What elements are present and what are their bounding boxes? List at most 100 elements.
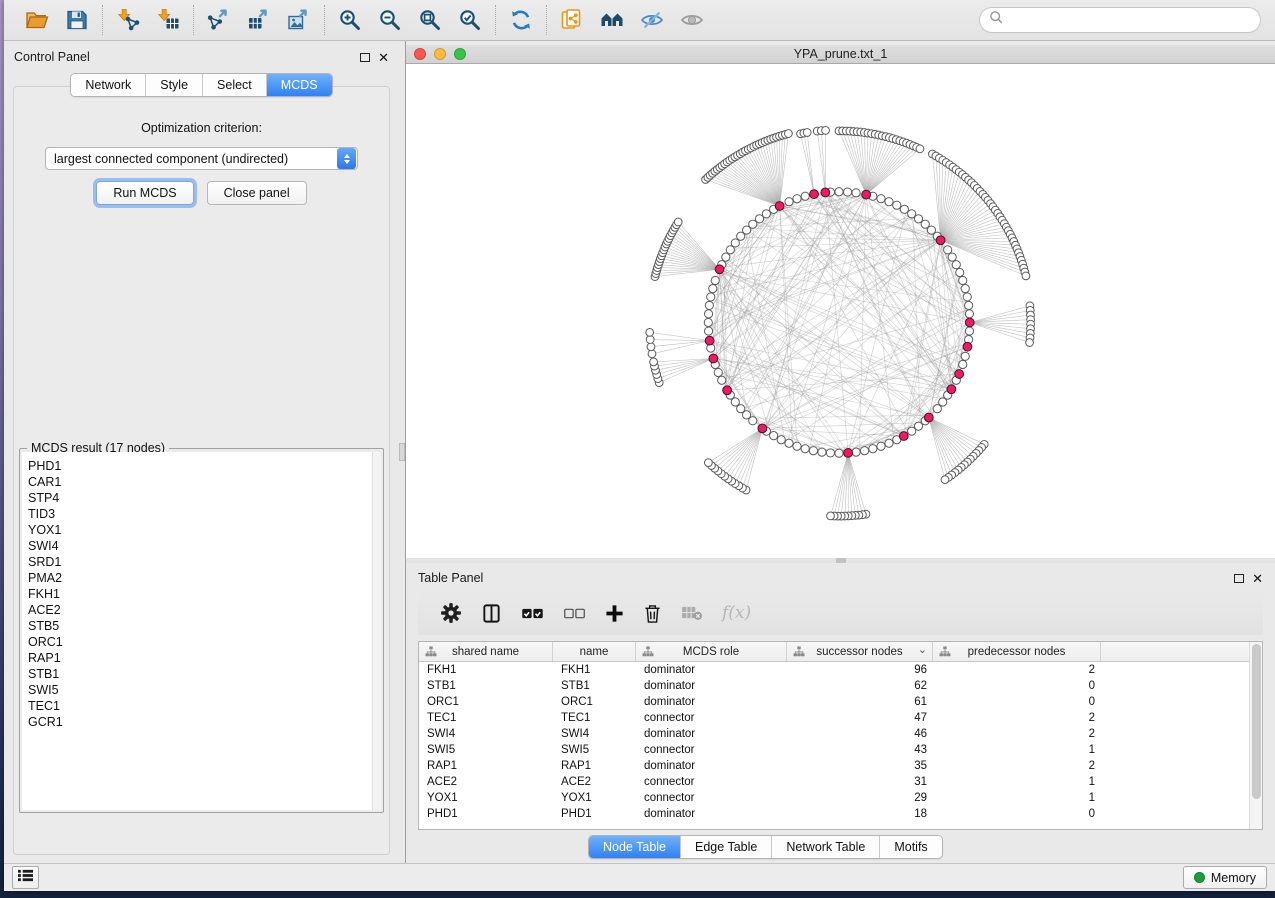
table-cell: STB1 <box>419 680 553 692</box>
tab-network[interactable]: Network <box>71 74 145 96</box>
column-label: name <box>580 646 609 658</box>
table-row[interactable]: SWI5SWI5connector431 <box>419 742 1262 758</box>
column-header-predecessor-nodes[interactable]: predecessor nodes <box>933 642 1101 661</box>
table-row[interactable]: STB1STB1dominator620 <box>419 678 1262 694</box>
mcds-node-item[interactable]: SWI5 <box>22 682 381 698</box>
import-network-icon[interactable] <box>115 7 141 33</box>
float-table-panel-icon[interactable] <box>1234 574 1244 583</box>
mcds-node-item[interactable]: TEC1 <box>22 698 381 714</box>
tab-node-table[interactable]: Node Table <box>589 836 680 858</box>
close-panel-button[interactable]: Close panel <box>207 181 307 205</box>
table-cell: 2 <box>933 712 1101 724</box>
table-scrollbar-thumb[interactable] <box>1252 644 1261 799</box>
mcds-node-item[interactable]: FKH1 <box>22 586 381 602</box>
tab-edge-table[interactable]: Edge Table <box>680 836 771 858</box>
zoom-out-icon[interactable] <box>377 7 403 33</box>
table-row[interactable]: TEC1TEC1connector472 <box>419 710 1262 726</box>
network-bottom-scrollbar[interactable] <box>406 558 1275 563</box>
mcds-node-item[interactable]: SRD1 <box>22 554 381 570</box>
mcds-result-group: MCDS result (17 nodes) PHD1CAR1STP4TID3Y… <box>19 448 384 813</box>
float-panel-icon[interactable] <box>360 53 370 62</box>
mcds-node-item[interactable]: ORC1 <box>22 634 381 650</box>
panel-splitter[interactable] <box>399 41 406 863</box>
search-icon <box>989 10 1004 30</box>
table-row[interactable]: PHD1PHD1dominator180 <box>419 806 1262 822</box>
network-hscroll-thumb[interactable] <box>836 558 846 563</box>
refresh-icon[interactable] <box>508 7 534 33</box>
export-table-icon[interactable] <box>246 7 272 33</box>
table-cell: connector <box>636 776 787 788</box>
zoom-selected-icon[interactable] <box>457 7 483 33</box>
table-row[interactable]: SWI4SWI4dominator462 <box>419 726 1262 742</box>
run-mcds-button[interactable]: Run MCDS <box>96 181 193 205</box>
mcds-node-item[interactable]: STB5 <box>22 618 381 634</box>
mcds-node-item[interactable]: PHD1 <box>22 458 381 474</box>
function-icon: f(x) <box>722 603 751 623</box>
network-graph[interactable] <box>406 64 1275 558</box>
eye-slash-icon[interactable] <box>639 7 665 33</box>
mcds-node-item[interactable]: STB1 <box>22 666 381 682</box>
tab-style[interactable]: Style <box>145 74 202 96</box>
mcds-node-item[interactable]: TID3 <box>22 506 381 522</box>
open-folder-icon[interactable] <box>24 7 50 33</box>
deselect-all-icon[interactable] <box>563 607 586 620</box>
table-cell: ACE2 <box>553 776 636 788</box>
task-history-button[interactable] <box>12 866 39 889</box>
column-header-name[interactable]: name <box>553 642 636 661</box>
trash-icon[interactable] <box>643 603 662 624</box>
tab-select[interactable]: Select <box>202 74 266 96</box>
mcds-node-item[interactable]: STP4 <box>22 490 381 506</box>
table-scrollbar[interactable] <box>1249 642 1262 829</box>
table-cell: TEC1 <box>553 712 636 724</box>
zoom-fit-icon[interactable] <box>417 7 443 33</box>
export-network-icon[interactable] <box>206 7 232 33</box>
export-image-icon[interactable] <box>286 7 312 33</box>
close-table-panel-icon[interactable]: ✕ <box>1252 572 1263 585</box>
tab-network-table[interactable]: Network Table <box>771 836 879 858</box>
table-cell: SWI5 <box>419 744 553 756</box>
columns-icon[interactable] <box>481 603 502 624</box>
mcds-node-item[interactable]: RAP1 <box>22 650 381 666</box>
mcds-node-item[interactable]: SWI4 <box>22 538 381 554</box>
node-table: shared name name MCDS rolesuccessor nodes⌄… <box>418 641 1263 830</box>
column-header-shared-name[interactable]: shared name <box>419 642 553 661</box>
houses-icon[interactable] <box>599 7 625 33</box>
mcds-node-item[interactable]: CAR1 <box>22 474 381 490</box>
splitter-handle[interactable] <box>399 443 405 461</box>
column-header-MCDS-role[interactable]: MCDS role <box>636 642 787 661</box>
search-box[interactable] <box>979 7 1261 33</box>
mcds-node-item[interactable]: GCR1 <box>22 714 381 730</box>
table-cell: 0 <box>933 696 1101 708</box>
optimization-criterion-dropdown[interactable]: largest connected component (undirected) <box>45 147 358 170</box>
mcds-result-list[interactable]: PHD1CAR1STP4TID3YOX1SWI4SRD1PMA2FKH1ACE2… <box>22 452 381 810</box>
tab-mcds[interactable]: MCDS <box>266 74 332 96</box>
memory-button[interactable]: Memory <box>1183 866 1267 889</box>
zoom-in-icon[interactable] <box>337 7 363 33</box>
table-panel-title: Table Panel <box>418 571 483 585</box>
tab-motifs[interactable]: Motifs <box>879 836 941 858</box>
mcds-node-item[interactable]: YOX1 <box>22 522 381 538</box>
save-icon[interactable] <box>64 7 90 33</box>
close-panel-icon[interactable]: ✕ <box>378 51 389 64</box>
gear-icon[interactable] <box>440 602 462 624</box>
share-document-icon[interactable] <box>559 7 585 33</box>
network-window-titlebar[interactable]: YPA_prune.txt_1 <box>406 45 1275 64</box>
result-list-scrollbar[interactable] <box>372 452 381 810</box>
table-cell: 2 <box>933 760 1101 772</box>
sort-descending-icon[interactable]: ⌄ <box>918 643 927 656</box>
table-row[interactable]: ACE2ACE2connector311 <box>419 774 1262 790</box>
table-row[interactable]: ORC1ORC1dominator610 <box>419 694 1262 710</box>
table-row[interactable]: RAP1RAP1dominator352 <box>419 758 1262 774</box>
column-header-successor-nodes[interactable]: successor nodes⌄ <box>787 642 933 661</box>
table-cell: 0 <box>933 680 1101 692</box>
table-row[interactable]: YOX1YOX1connector291 <box>419 790 1262 806</box>
import-table-icon[interactable] <box>155 7 181 33</box>
table-row[interactable]: FKH1FKH1dominator962 <box>419 662 1262 678</box>
add-icon[interactable] <box>605 604 624 623</box>
mcds-node-item[interactable]: ACE2 <box>22 602 381 618</box>
control-panel: Control Panel ✕ NetworkStyleSelectMCDS O… <box>4 41 399 863</box>
network-canvas[interactable] <box>406 64 1275 558</box>
search-input[interactable] <box>1009 13 1251 27</box>
select-all-icon[interactable] <box>521 607 544 620</box>
mcds-node-item[interactable]: PMA2 <box>22 570 381 586</box>
